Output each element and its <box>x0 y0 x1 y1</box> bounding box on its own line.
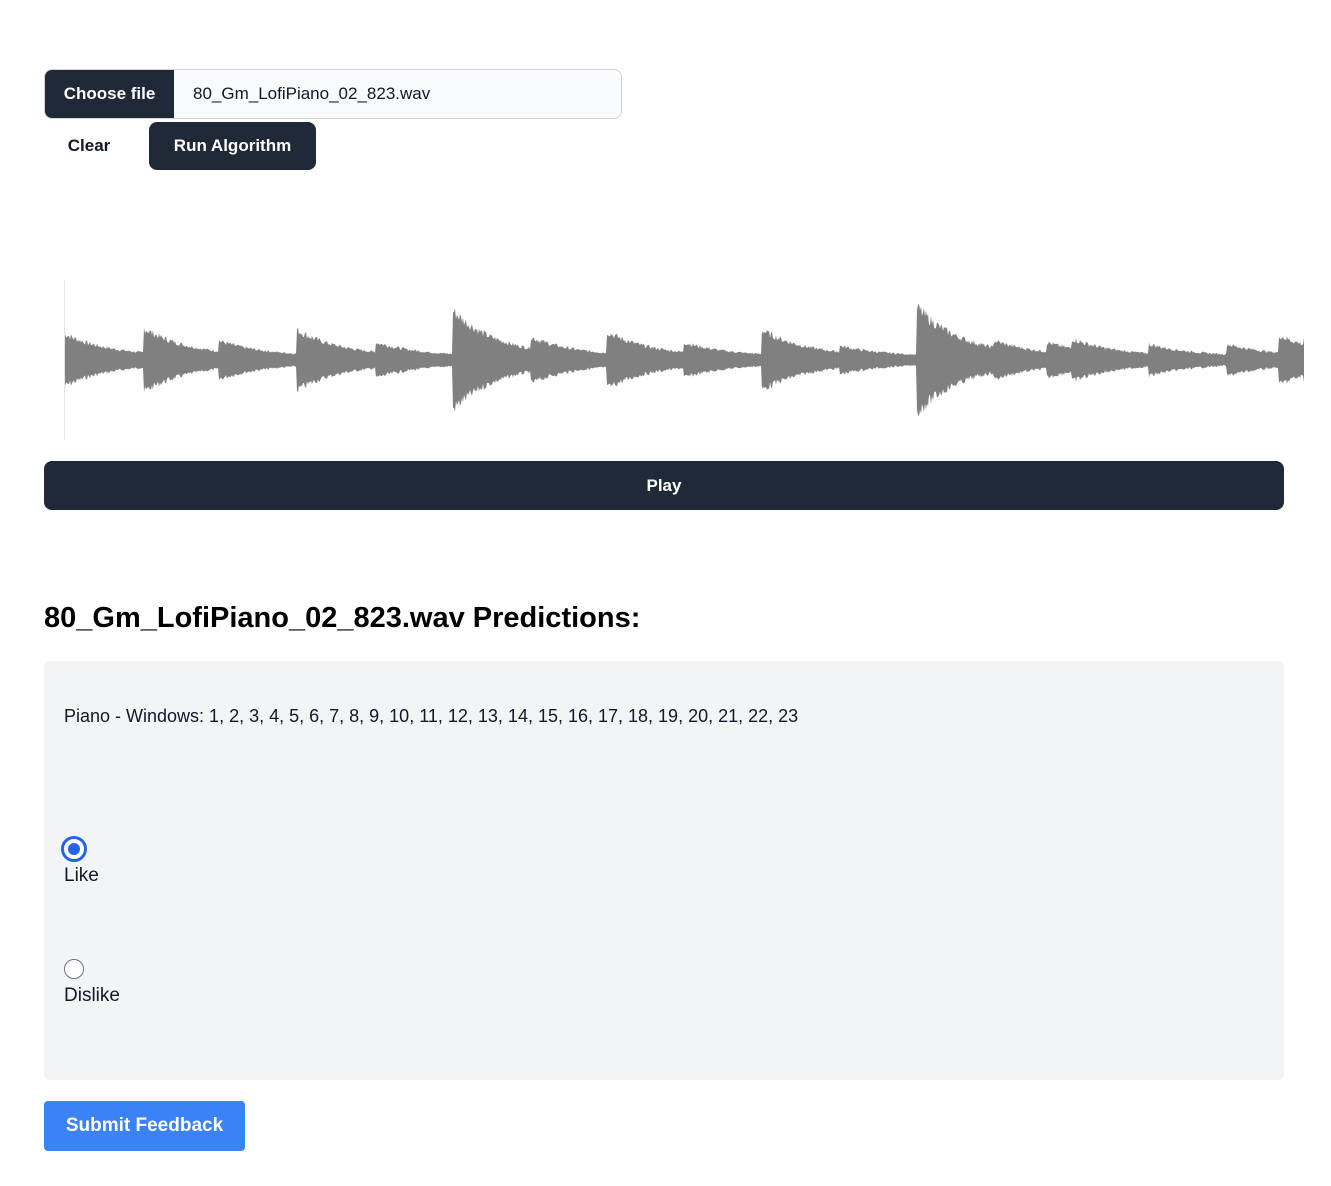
waveform-shape <box>64 303 1304 417</box>
predictions-title: 80_Gm_LofiPiano_02_823.wav Predictions: <box>44 602 641 634</box>
run-algorithm-button[interactable]: Run Algorithm <box>149 122 316 170</box>
selected-file-name: 80_Gm_LofiPiano_02_823.wav <box>193 84 431 103</box>
play-button[interactable]: Play <box>44 461 1284 510</box>
submit-feedback-button[interactable]: Submit Feedback <box>44 1101 245 1151</box>
radio-selected-dot <box>68 843 80 855</box>
playback-cursor <box>64 280 65 440</box>
dislike-radio[interactable] <box>64 959 84 979</box>
dislike-label[interactable]: Dislike <box>64 985 120 1007</box>
audio-waveform[interactable] <box>64 280 1304 440</box>
file-input[interactable]: Choose file 80_Gm_LofiPiano_02_823.wav <box>44 69 622 119</box>
choose-file-button[interactable]: Choose file <box>45 70 174 118</box>
page: Choose file 80_Gm_LofiPiano_02_823.wav C… <box>0 0 1331 1186</box>
like-label[interactable]: Like <box>64 865 99 887</box>
waveform-graphic <box>64 303 1304 417</box>
prediction-result-text: Piano - Windows: 1, 2, 3, 4, 5, 6, 7, 8,… <box>64 706 799 726</box>
like-radio[interactable] <box>61 836 87 862</box>
clear-button[interactable]: Clear <box>44 122 134 170</box>
predictions-panel: Piano - Windows: 1, 2, 3, 4, 5, 6, 7, 8,… <box>44 661 1284 1080</box>
